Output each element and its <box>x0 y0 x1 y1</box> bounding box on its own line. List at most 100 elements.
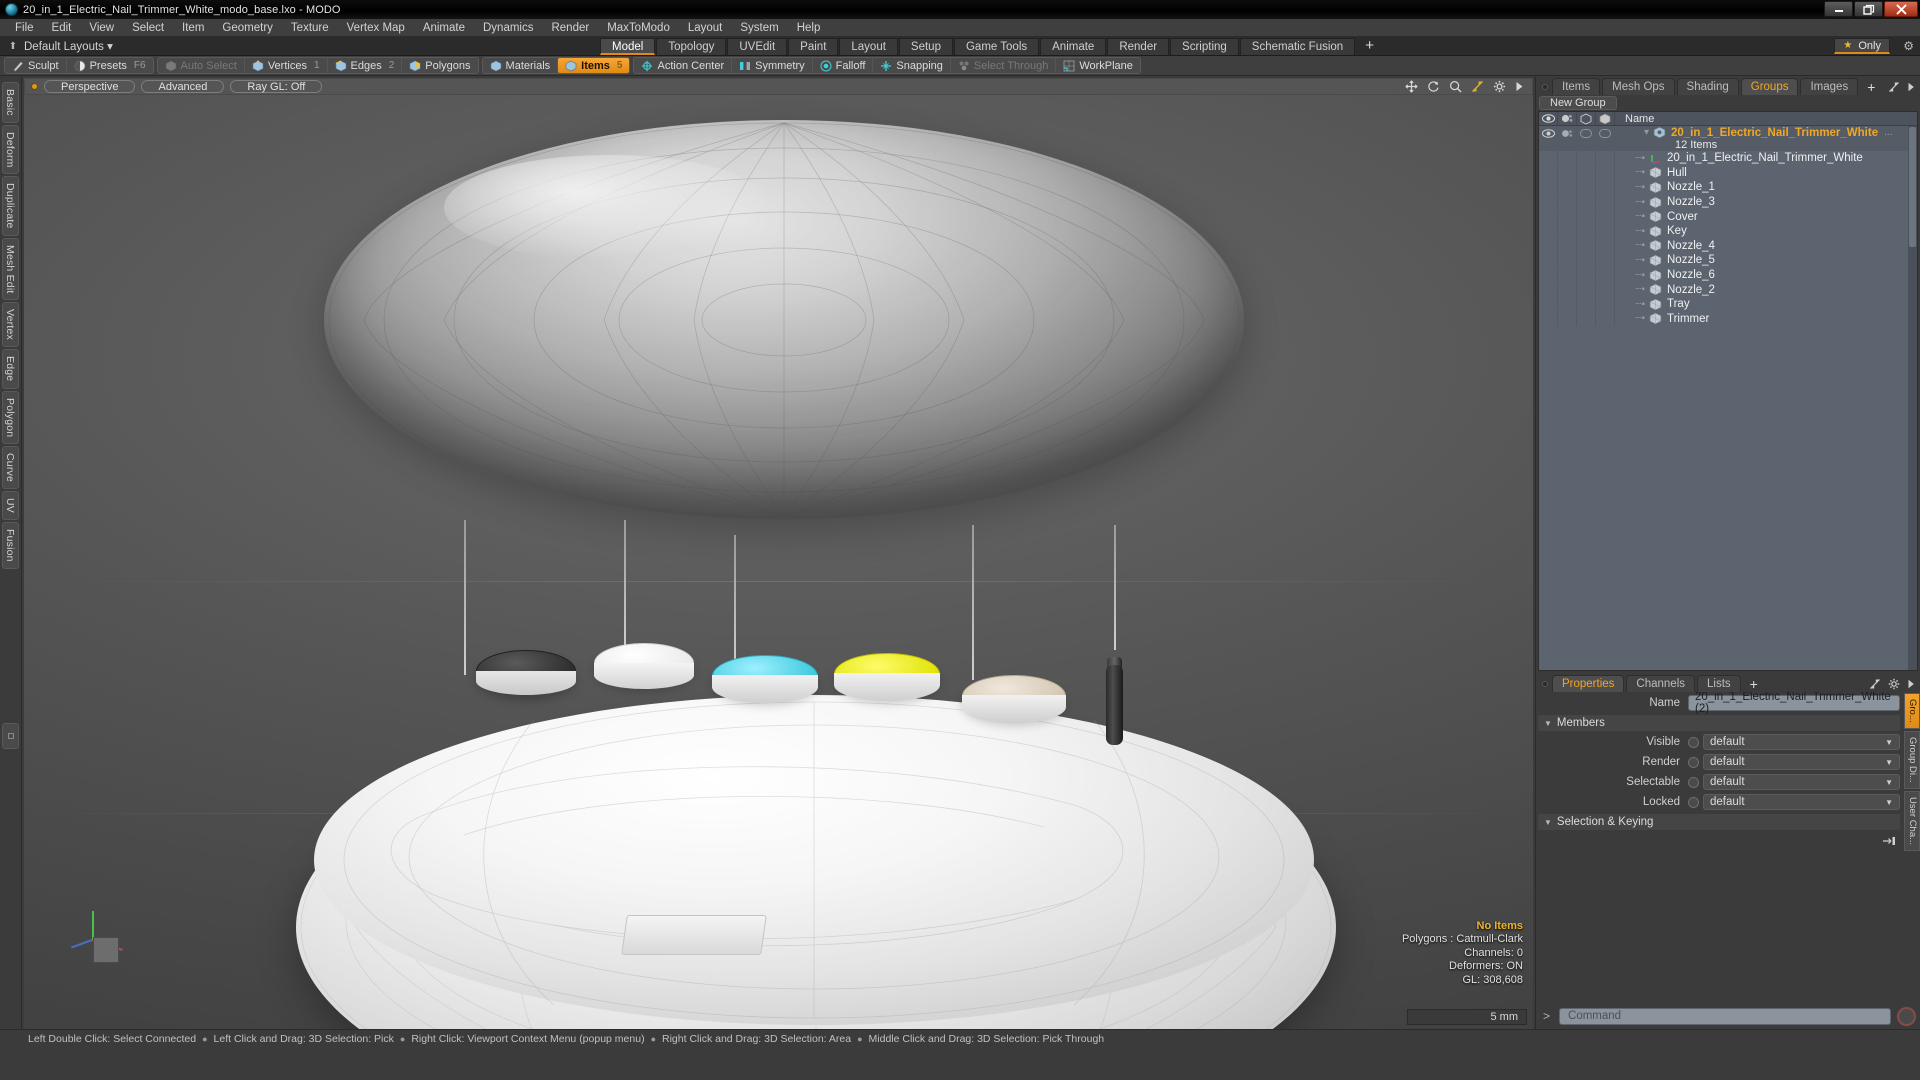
tool-polygons[interactable]: Polygons <box>402 58 477 73</box>
row-eye-cell[interactable] <box>1539 209 1558 224</box>
row-lock-cell[interactable] <box>1596 180 1615 195</box>
row-lock-cell[interactable] <box>1596 195 1615 210</box>
eye-icon[interactable] <box>1539 112 1558 125</box>
row-vis-cell[interactable] <box>1577 282 1596 297</box>
row-eye-cell[interactable] <box>1539 151 1558 166</box>
row-vis-cell[interactable] <box>1577 165 1596 180</box>
row-eye-cell[interactable] <box>1539 165 1558 180</box>
tree-row-nozzle-5[interactable]: ┄▪ Nozzle_5 <box>1539 253 1917 268</box>
menu-item-render[interactable]: Render <box>542 19 598 37</box>
tool-materials[interactable]: Materials <box>483 58 559 73</box>
side-tab-groups[interactable]: Gro... <box>1904 693 1920 729</box>
menu-item-layout[interactable]: Layout <box>679 19 732 37</box>
only-toggle[interactable]: ★ Only <box>1834 38 1890 54</box>
menu-item-item[interactable]: Item <box>173 19 213 37</box>
maximize-icon[interactable] <box>1869 678 1881 690</box>
row-render-cell[interactable] <box>1558 268 1577 283</box>
selectable-dropdown[interactable]: default ▼ <box>1703 774 1900 790</box>
tree-scrollbar-thumb[interactable] <box>1909 127 1916 247</box>
row-eye-cell[interactable] <box>1539 297 1558 312</box>
tab-properties[interactable]: Properties <box>1552 675 1625 692</box>
layout-home-icon[interactable]: ⬆ <box>6 41 20 52</box>
row-lock-cell[interactable] <box>1596 253 1615 268</box>
sidebar-tab-fusion[interactable]: Fusion <box>2 522 19 569</box>
tree-row-tray[interactable]: ┄▪ Tray <box>1539 297 1917 312</box>
close-button[interactable] <box>1884 1 1918 17</box>
tree-scrollbar[interactable] <box>1908 126 1917 670</box>
row-lock-cell[interactable] <box>1596 268 1615 283</box>
tool-auto-select[interactable]: Auto Select <box>158 58 245 73</box>
tree-expander[interactable]: ▾ <box>1619 127 1653 138</box>
row-vis-cell[interactable] <box>1577 253 1596 268</box>
tab-animate[interactable]: Animate <box>1040 37 1107 55</box>
tab-channels[interactable]: Channels <box>1626 675 1696 692</box>
row-eye-cell[interactable] <box>1539 238 1558 253</box>
side-tab-user-channels[interactable]: User Cha... <box>1904 790 1920 851</box>
row-vis-cell[interactable] <box>1577 195 1596 210</box>
menu-item-vertex-map[interactable]: Vertex Map <box>338 19 414 37</box>
viewport-shading[interactable]: Advanced <box>141 80 225 93</box>
row-eye-cell[interactable] <box>1539 253 1558 268</box>
render-dropdown[interactable]: default ▼ <box>1703 754 1900 770</box>
tree-root-row[interactable]: ▾ 20_in_1_Electric_Nail_Trimmer_White ..… <box>1539 126 1917 151</box>
root-visibility-toggle[interactable] <box>1577 126 1596 140</box>
add-panel-tab-button[interactable]: + <box>1860 80 1882 95</box>
tab-layout[interactable]: Layout <box>839 37 898 55</box>
tool-action-center[interactable]: Action Center <box>634 58 733 73</box>
row-eye-cell[interactable] <box>1539 268 1558 283</box>
tree-row-nozzle-2[interactable]: ┄▪ Nozzle_2 <box>1539 282 1917 297</box>
tool-edges[interactable]: Edges 2 <box>328 58 403 73</box>
tree-row-nozzle-6[interactable]: ┄▪ Nozzle_6 <box>1539 268 1917 283</box>
row-render-cell[interactable] <box>1558 253 1577 268</box>
groups-tree[interactable]: Name ▾ 20_in_1_Electric_Nail_Trimmer_Whi… <box>1538 111 1918 671</box>
tree-row-nozzle-3[interactable]: ┄▪ Nozzle_3 <box>1539 195 1917 210</box>
tab-paint[interactable]: Paint <box>788 37 839 55</box>
record-icon[interactable] <box>1897 1006 1916 1026</box>
maximize-button[interactable] <box>1854 1 1883 17</box>
sidebar-tab-mesh-edit[interactable]: Mesh Edit <box>2 237 19 301</box>
visible-radio[interactable] <box>1688 736 1699 748</box>
menu-item-select[interactable]: Select <box>123 19 173 37</box>
play-icon[interactable] <box>1515 81 1524 92</box>
sidebar-collapse-button[interactable] <box>2 723 19 749</box>
row-lock-cell[interactable] <box>1596 297 1615 312</box>
locked-radio[interactable] <box>1688 796 1699 808</box>
viewport-3d[interactable]: No Items Polygons : Catmull-Clark Channe… <box>24 95 1533 1029</box>
row-lock-cell[interactable] <box>1596 209 1615 224</box>
maximize-icon[interactable] <box>1471 80 1484 93</box>
tool-sculpt[interactable]: Sculpt <box>5 58 67 73</box>
layout-selector[interactable]: Default Layouts ▾ <box>24 39 123 53</box>
row-lock-cell[interactable] <box>1596 282 1615 297</box>
tab-items[interactable]: Items <box>1552 78 1601 95</box>
tab-shading[interactable]: Shading <box>1676 78 1739 95</box>
members-section-header[interactable]: ▼ Members <box>1538 715 1900 731</box>
locked-dropdown[interactable]: default ▼ <box>1703 794 1900 810</box>
play-icon[interactable] <box>1907 679 1915 689</box>
gear-icon[interactable]: ⚙ <box>1903 39 1914 53</box>
shape-filled-icon[interactable] <box>1596 112 1615 125</box>
new-group-button[interactable]: New Group <box>1539 96 1617 110</box>
row-render-cell[interactable] <box>1558 224 1577 239</box>
gear-icon[interactable] <box>1493 80 1506 93</box>
row-render-cell[interactable] <box>1558 180 1577 195</box>
tree-row-nozzle-4[interactable]: ┄▪ Nozzle_4 <box>1539 238 1917 254</box>
tool-vertices[interactable]: Vertices 1 <box>245 58 328 73</box>
gear-icon[interactable] <box>1888 678 1900 690</box>
properties-menu-dot-icon[interactable] <box>1542 681 1548 687</box>
tab-lists[interactable]: Lists <box>1697 675 1741 692</box>
menu-item-maxtomodo[interactable]: MaxToModo <box>598 19 679 37</box>
tree-row-cover[interactable]: ┄▪ Cover <box>1539 209 1917 224</box>
row-lock-cell[interactable] <box>1596 224 1615 239</box>
tool-presets[interactable]: Presets F6 <box>67 58 153 73</box>
row-render-cell[interactable] <box>1558 282 1577 297</box>
row-vis-cell[interactable] <box>1577 209 1596 224</box>
row-render-cell[interactable] <box>1558 311 1577 326</box>
panel-menu-dot-icon[interactable] <box>1542 84 1548 90</box>
tool-items[interactable]: Items 5 <box>558 58 630 73</box>
play-icon[interactable] <box>1907 82 1915 92</box>
tree-row-nozzle-1[interactable]: ┄▪ Nozzle_1 <box>1539 180 1917 195</box>
row-lock-cell[interactable] <box>1596 238 1615 253</box>
add-layout-tab-button[interactable]: + <box>1356 38 1383 55</box>
keying-icon[interactable] <box>1882 835 1896 847</box>
row-vis-cell[interactable] <box>1577 238 1596 253</box>
